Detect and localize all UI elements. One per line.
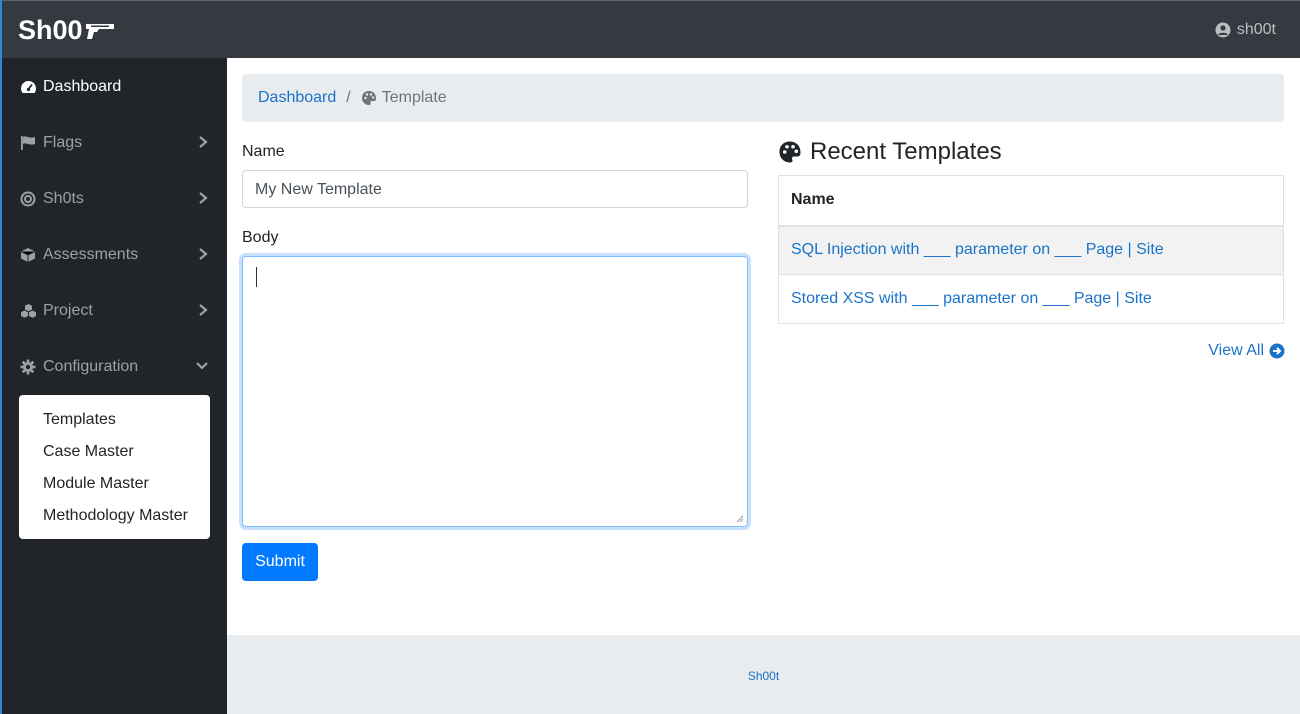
configuration-submenu: Templates Case Master Module Master Meth…	[19, 395, 210, 539]
chevron-right-icon	[199, 304, 208, 316]
footer-text[interactable]: Sh00t	[227, 669, 1300, 683]
sidebar-item-label: Sh0ts	[43, 190, 84, 207]
brand-logo[interactable]: Sh00	[18, 15, 115, 46]
sidebar-item-label: Configuration	[43, 358, 139, 375]
sidebar-item-project[interactable]: Project	[2, 283, 227, 339]
resize-handle-icon[interactable]	[736, 515, 744, 523]
breadcrumb-separator: /	[346, 89, 351, 106]
tachometer-icon	[19, 78, 37, 96]
sidebar-item-label: Dashboard	[43, 78, 122, 95]
cube-icon	[19, 246, 37, 264]
palette-icon	[779, 141, 801, 163]
gear-icon	[19, 358, 37, 376]
submit-button[interactable]: Submit	[242, 543, 318, 581]
arrow-circle-right-icon	[1269, 343, 1285, 359]
name-input[interactable]: My New Template	[242, 170, 748, 208]
breadcrumb-current-label: Template	[381, 89, 447, 106]
column-header-name: Name	[778, 175, 1284, 227]
table-row: Stored XSS with ___ parameter on ___ Pag…	[778, 274, 1284, 324]
user-menu[interactable]: sh00t	[1215, 21, 1276, 39]
sidebar-item-configuration[interactable]: Configuration	[2, 339, 227, 395]
chevron-right-icon	[199, 248, 208, 260]
recent-templates-title: Recent Templates	[810, 138, 1002, 165]
sidebar-item-label: Project	[43, 302, 93, 319]
sidebar-item-flags[interactable]: Flags	[2, 115, 227, 171]
view-all-link[interactable]: View All	[1208, 342, 1285, 360]
table-cell: SQL Injection with ___ parameter on ___ …	[778, 225, 1284, 275]
breadcrumb-current: Template	[361, 89, 447, 107]
sidebar-item-sh0ts[interactable]: Sh0ts	[2, 171, 227, 227]
username: sh00t	[1236, 21, 1276, 38]
target-icon	[19, 190, 37, 208]
sidebar-item-assessments[interactable]: Assessments	[2, 227, 227, 283]
cubes-icon	[19, 302, 37, 320]
user-circle-icon	[1215, 22, 1231, 38]
chevron-right-icon	[199, 192, 208, 204]
sidebar-item-label: Flags	[43, 134, 83, 151]
top-navbar: Sh00 sh00t	[2, 0, 1300, 58]
breadcrumb-dashboard-link[interactable]: Dashboard	[258, 89, 336, 107]
recent-templates-table: Name SQL Injection with ___ parameter on…	[778, 175, 1284, 324]
name-label: Name	[242, 143, 285, 160]
main-content: Dashboard / Template Name My New Templat…	[227, 58, 1300, 635]
table-cell: Stored XSS with ___ parameter on ___ Pag…	[778, 274, 1284, 324]
table-row: SQL Injection with ___ parameter on ___ …	[778, 225, 1284, 275]
gun-icon	[85, 23, 114, 39]
breadcrumb: Dashboard / Template	[242, 74, 1284, 122]
brand-text: Sh00	[18, 15, 83, 45]
sidebar: Dashboard Flags Sh0ts Assessments Projec…	[2, 58, 227, 714]
footer: Sh00t	[227, 635, 1300, 714]
chevron-down-icon	[196, 362, 208, 370]
template-link[interactable]: Stored XSS with ___ parameter on ___ Pag…	[791, 290, 1152, 307]
submenu-templates[interactable]: Templates	[19, 409, 210, 441]
template-link[interactable]: SQL Injection with ___ parameter on ___ …	[791, 241, 1164, 258]
sidebar-item-dashboard[interactable]: Dashboard	[2, 59, 227, 115]
submenu-module-master[interactable]: Module Master	[19, 473, 210, 505]
flag-icon	[19, 134, 37, 152]
view-all-label: View All	[1208, 342, 1264, 359]
submenu-case-master[interactable]: Case Master	[19, 441, 210, 473]
table-header-row: Name	[778, 175, 1284, 227]
sidebar-item-label: Assessments	[43, 246, 139, 263]
text-caret	[256, 267, 257, 287]
body-label: Body	[242, 229, 279, 246]
recent-templates-heading: Recent Templates	[778, 138, 1002, 166]
submenu-methodology-master[interactable]: Methodology Master	[19, 505, 210, 537]
body-textarea[interactable]	[242, 256, 748, 527]
chevron-right-icon	[199, 136, 208, 148]
palette-icon	[361, 91, 376, 105]
